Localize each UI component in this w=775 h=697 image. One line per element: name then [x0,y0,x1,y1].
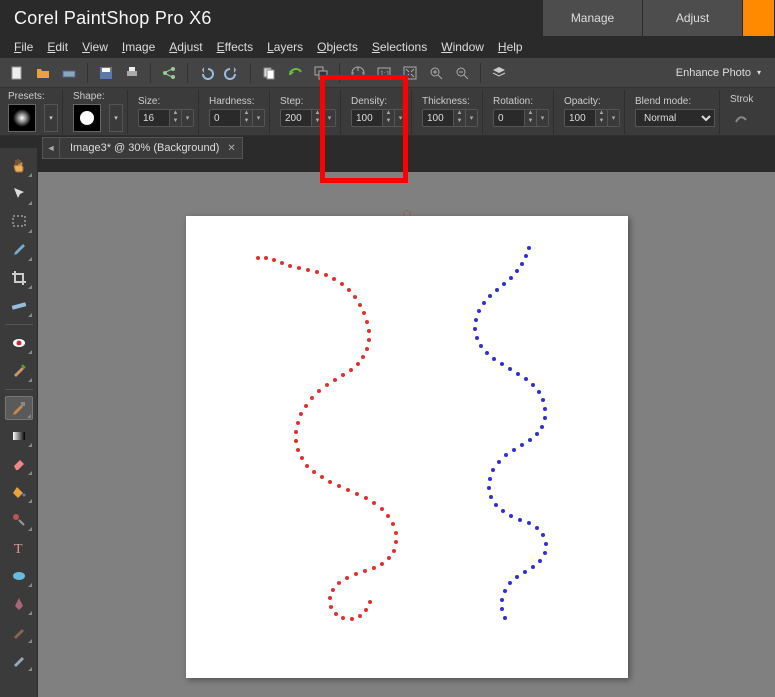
presets-label: Presets: [8,91,45,102]
hardness-spinner[interactable]: ▲▼▾ [209,109,265,127]
rotation-label: Rotation: [493,96,533,107]
size-label: Size: [138,96,160,107]
svg-text:T: T [14,542,23,556]
close-tab-icon[interactable]: ✕ [227,143,235,154]
zoom-in-icon[interactable] [425,62,447,84]
redeye-tool-icon[interactable] [5,331,33,355]
copy-icon[interactable] [258,62,280,84]
step-label: Step: [280,96,303,107]
menu-layers[interactable]: Layers [267,40,303,54]
undo-history-icon[interactable] [284,62,306,84]
tools-toolbar: T [0,148,38,697]
zoom-out-icon[interactable] [451,62,473,84]
opacity-spinner[interactable]: ▲▼▾ [564,109,620,127]
retouch-tool-icon[interactable] [5,508,33,532]
rotation-group: Rotation: ▲▼▾ [489,90,554,134]
manage-tab[interactable]: Manage [543,0,643,36]
document-tab[interactable]: Image3* @ 30% (Background) ✕ [60,137,243,159]
document-tab-label: Image3* @ 30% (Background) [70,142,219,154]
blend-select[interactable]: Normal [635,109,715,127]
opacity-label: Opacity: [564,96,601,107]
menu-bar: File Edit View Image Adjust Effects Laye… [0,36,775,58]
stroke-icon[interactable] [730,107,752,129]
preset-swatch[interactable] [8,104,36,132]
opacity-input[interactable] [565,113,595,124]
menu-window[interactable]: Window [441,40,484,54]
art-media-tool-icon[interactable] [5,620,33,644]
size-group: Size: ▲▼▾ [134,90,199,134]
menu-file[interactable]: File [14,40,33,54]
hardness-input[interactable] [210,113,240,124]
size-spinner[interactable]: ▲▼▾ [138,109,194,127]
oil-brush-tool-icon[interactable] [5,648,33,672]
brush-strokes [186,216,628,678]
pan-tool-icon[interactable] [5,154,33,178]
canvas-viewport[interactable] [38,172,775,697]
eraser-tool-icon[interactable] [5,452,33,476]
opacity-group: Opacity: ▲▼▾ [560,90,625,134]
straighten-tool-icon[interactable] [5,294,33,318]
redo-icon[interactable] [221,62,243,84]
stroke-label: Strok [730,94,753,105]
menu-selections[interactable]: Selections [372,40,427,54]
thickness-input[interactable] [423,113,453,124]
undo-icon[interactable] [195,62,217,84]
scanner-icon[interactable] [58,62,80,84]
shape-swatch[interactable] [73,104,101,132]
shape-label: Shape: [73,91,105,102]
thickness-spinner[interactable]: ▲▼▾ [422,109,478,127]
crop-tool-icon[interactable] [5,266,33,290]
menu-edit[interactable]: Edit [47,40,68,54]
blend-label: Blend mode: [635,96,691,107]
annotation-highlight-box [320,75,408,183]
shape-tool-icon[interactable] [5,564,33,588]
presets-group: Presets: ▾ [4,90,63,134]
chevron-down-icon: ▾ [757,68,761,77]
print-icon[interactable] [121,62,143,84]
fill-tool-icon[interactable] [5,480,33,504]
title-bar: Corel PaintShop Pro X6 Manage Adjust [0,0,775,36]
hardness-label: Hardness: [209,96,255,107]
share-icon[interactable] [158,62,180,84]
app-title: Corel PaintShop Pro X6 [14,8,212,29]
menu-image[interactable]: Image [122,40,155,54]
menu-adjust[interactable]: Adjust [169,40,202,54]
stroke-group: Strok [726,90,757,134]
open-folder-icon[interactable] [32,62,54,84]
layers-icon[interactable] [488,62,510,84]
enhance-photo-dropdown[interactable]: Enhance Photo ▾ [676,67,769,79]
enhance-photo-label: Enhance Photo [676,67,751,79]
preset-dropdown[interactable]: ▾ [44,104,58,132]
edit-tab[interactable] [743,0,775,36]
selection-tool-icon[interactable] [5,210,33,234]
makeover-tool-icon[interactable] [5,359,33,383]
workspace-switcher: Manage Adjust [543,0,775,36]
menu-help[interactable]: Help [498,40,523,54]
menu-effects[interactable]: Effects [217,40,253,54]
step-input[interactable] [281,113,311,124]
save-icon[interactable] [95,62,117,84]
rotation-spinner[interactable]: ▲▼▾ [493,109,549,127]
tab-scroll-left[interactable]: ◄ [42,137,60,159]
new-file-icon[interactable] [6,62,28,84]
pen-tool-icon[interactable] [5,592,33,616]
menu-objects[interactable]: Objects [317,40,358,54]
shape-group: Shape: ▾ [69,90,128,134]
menu-view[interactable]: View [82,40,108,54]
thickness-label: Thickness: [422,96,470,107]
blend-group: Blend mode: Normal [631,90,720,134]
image-canvas[interactable] [186,216,628,678]
text-tool-icon[interactable]: T [5,536,33,560]
paintbrush-tool-icon[interactable] [5,396,33,420]
size-input[interactable] [139,113,169,124]
rotation-input[interactable] [494,113,524,124]
dropper-tool-icon[interactable] [5,238,33,262]
gradient-tool-icon[interactable] [5,424,33,448]
pick-tool-icon[interactable] [5,182,33,206]
hardness-group: Hardness: ▲▼▾ [205,90,270,134]
shape-dropdown[interactable]: ▾ [109,104,123,132]
adjust-tab[interactable]: Adjust [643,0,743,36]
thickness-group: Thickness: ▲▼▾ [418,90,483,134]
